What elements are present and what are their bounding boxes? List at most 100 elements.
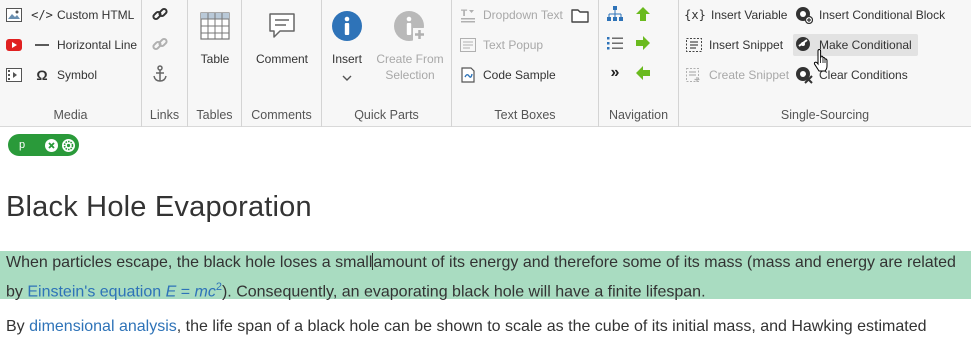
double-chevron-icon: » [610,64,620,81]
list-icon [607,37,623,50]
navigation-group: » Navigation [599,0,679,127]
conditional-block-icon [795,6,813,24]
folder-icon [571,8,589,23]
links-group: Links [142,0,188,127]
navigation-group-label: Navigation [608,108,669,122]
horizontal-line-label: Horizontal Line [57,38,138,52]
omega-icon: Ω [36,67,48,83]
clear-conditions-button[interactable]: Clear Conditions [795,64,908,86]
tables-group: Table Tables [188,0,242,127]
insert-label: Insert [331,52,362,66]
comment-label: Comment [255,52,308,66]
create-snippet-button[interactable]: Create Snippet [685,64,789,86]
link-icon [152,7,168,21]
single-sourcing-group-label: Single-Sourcing [780,108,870,122]
horizontal-line-button[interactable]: Horizontal Line [33,34,137,56]
table-label: Table [200,52,230,66]
insert-variable-label: Insert Variable [711,8,788,22]
create-from-label: Create From [376,52,444,66]
text-popup-button[interactable]: Text Popup [459,34,543,56]
svg-text:T: T [461,9,468,19]
remove-tag-icon[interactable] [43,137,59,153]
sitemap-icon [607,6,623,21]
selection-label: Selection [385,68,435,82]
arrow-left-icon [636,66,650,80]
dropdown-text-label: Dropdown Text [483,8,563,22]
code-sample-button[interactable]: Code Sample [459,64,556,86]
links-group-label: Links [149,108,180,122]
insert-snippet-button[interactable]: Insert Snippet [685,34,783,56]
text-boxes-group-label: Text Boxes [494,108,556,122]
insert-snippet-label: Insert Snippet [709,38,784,52]
insert-conditional-block-label: Insert Conditional Block [819,8,946,22]
page-title[interactable]: Black Hole Evaporation [6,191,312,224]
folder-button[interactable] [570,5,590,25]
anchor-button[interactable] [150,64,170,84]
comment-button[interactable]: Comment [242,8,322,67]
remove-link-button[interactable] [150,34,170,54]
paragraph-1-text-a: When particles escape, the black hole lo… [6,254,373,271]
info-add-icon [392,8,428,44]
back-topic-button[interactable] [633,63,653,83]
insert-quick-part-button[interactable]: Insert [326,8,368,85]
chevron-down-icon [342,69,352,85]
symbol-label: Symbol [57,68,98,82]
sitemap-button[interactable] [605,4,625,24]
next-topic-button[interactable] [633,33,653,53]
custom-html-button[interactable]: </> Custom HTML [31,4,134,26]
paragraph-1[interactable]: When particles escape, the black hole lo… [6,251,966,304]
equation-equals: = [176,283,195,301]
insert-variable-button[interactable]: {x} Insert Variable [684,4,788,26]
comments-group: Comment Comments [242,0,322,127]
toc-button[interactable] [605,33,625,53]
unlink-icon [152,37,168,51]
text-boxes-group: T Dropdown Text Text Popup Code Sample T… [452,0,599,127]
hand-cursor-icon [813,48,829,73]
table-button[interactable]: Table [188,8,242,67]
breadcrumb-button[interactable]: » [605,63,625,83]
create-from-selection-button[interactable]: Create From Selection [372,8,448,83]
element-tag-label: p [19,139,26,151]
image-button[interactable] [5,4,29,26]
make-conditional-button[interactable]: Make Conditional [793,34,918,56]
equation-mc: mc [194,283,216,301]
code-sample-label: Code Sample [483,68,556,82]
info-icon [329,8,365,44]
insert-link-button[interactable] [150,4,170,24]
youtube-icon [5,36,23,54]
comments-group-label: Comments [251,108,312,122]
insert-conditional-block-button[interactable]: Insert Conditional Block [795,4,945,26]
image-icon [5,6,23,24]
clear-conditions-icon [795,66,813,84]
ribbon-toolbar: </> Custom HTML Horizontal Line Ω Symbol… [0,0,971,127]
youtube-button[interactable] [5,34,29,56]
quick-parts-group-label: Quick Parts [354,108,419,122]
single-sourcing-group: {x} Insert Variable Insert Snippet Creat… [679,0,971,127]
dropdown-text-button[interactable]: T Dropdown Text [459,4,563,26]
media-group-label: Media [53,108,88,122]
dimensional-analysis-link[interactable]: dimensional analysis [29,318,177,335]
create-snippet-icon [685,66,703,84]
text-popup-label: Text Popup [483,38,544,52]
symbol-button[interactable]: Ω Symbol [33,64,97,86]
paragraph-1-text-c: ). Consequently, an evaporating black ho… [221,283,706,301]
video-button[interactable] [5,64,29,86]
arrow-right-icon [636,36,650,50]
equation-e: E [165,283,177,301]
snippet-icon [685,36,703,54]
clear-conditions-label: Clear Conditions [819,68,908,82]
element-tag-pill[interactable]: p [8,134,79,156]
video-icon [5,66,23,84]
dropdown-text-icon: T [459,6,477,24]
make-conditional-label: Make Conditional [819,38,912,52]
make-conditional-icon [795,36,813,54]
comment-icon [264,8,300,44]
previous-topic-button[interactable] [633,4,653,24]
paragraph-2[interactable]: By dimensional analysis, the life span o… [6,315,966,339]
tag-settings-icon[interactable] [60,137,76,153]
create-snippet-label: Create Snippet [709,68,790,82]
table-icon [197,8,233,44]
code-icon: </> [31,8,53,22]
einstein-equation-link[interactable]: Einstein's equation [27,283,161,300]
anchor-icon [153,65,167,82]
